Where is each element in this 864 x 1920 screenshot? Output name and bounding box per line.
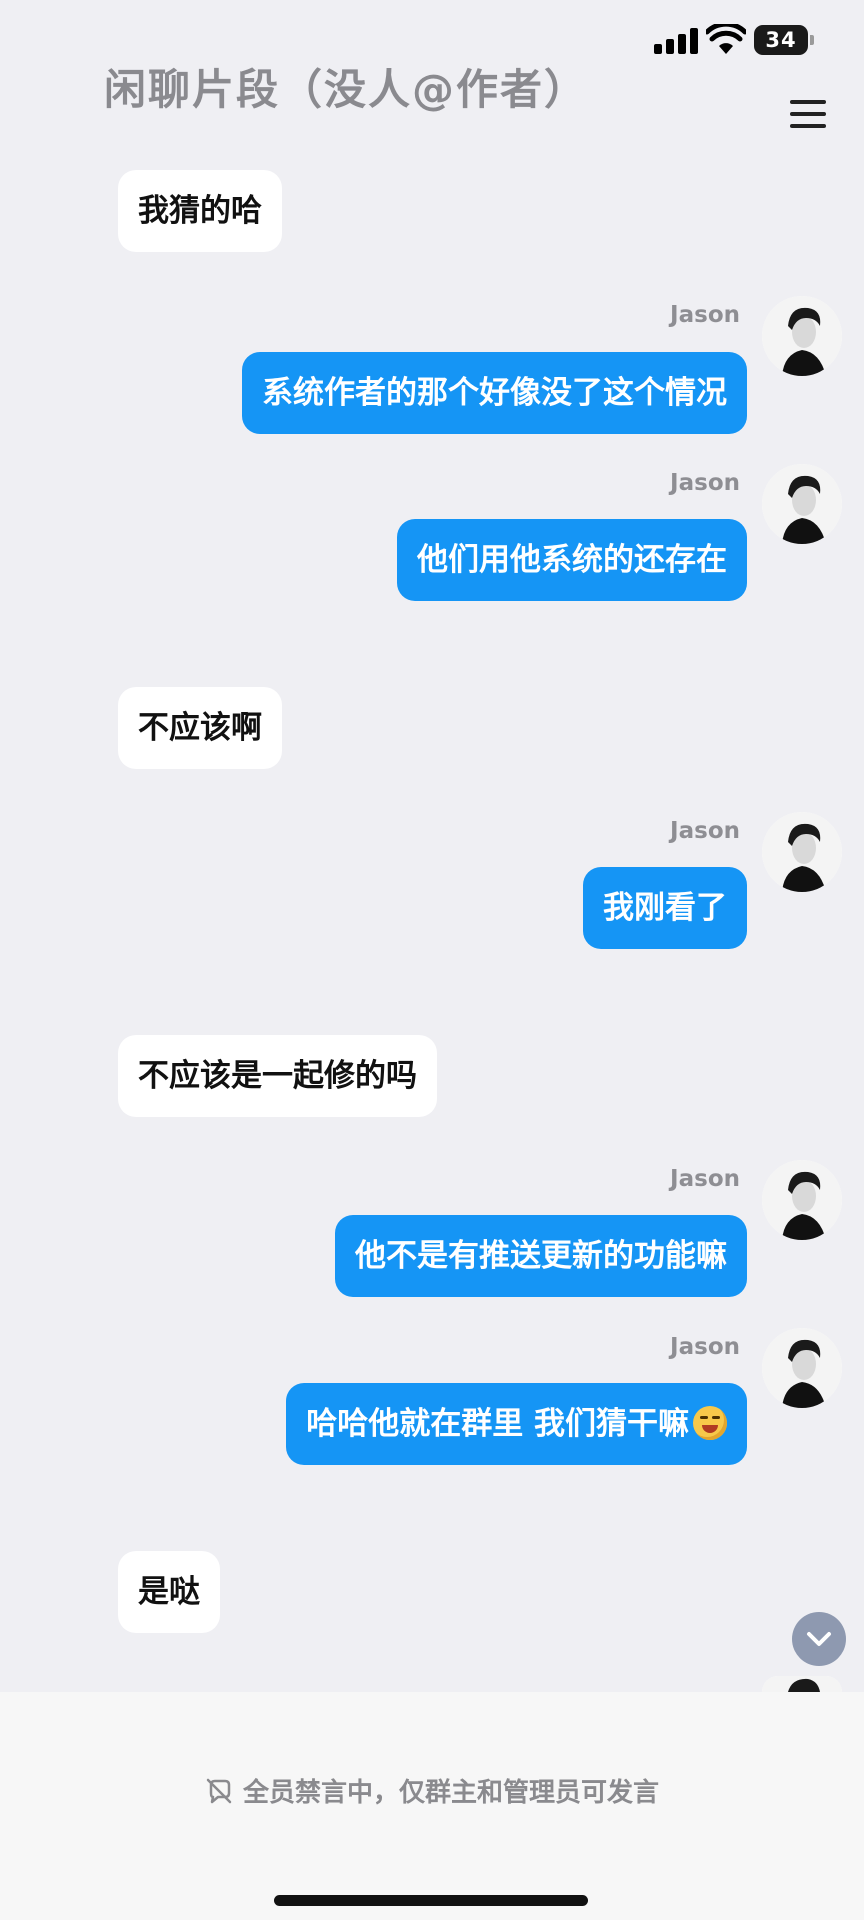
incoming-message[interactable]: 是哒 [118, 1551, 220, 1633]
avatar-portrait-icon [762, 812, 842, 892]
mute-notice-text: 全员禁言中，仅群主和管理员可发言 [242, 1778, 659, 1808]
avatar[interactable] [762, 812, 842, 892]
outgoing-message[interactable]: 他不是有推送更新的功能嘛 [335, 1215, 747, 1297]
avatar-portrait-icon [762, 1160, 842, 1240]
avatar-portrait-icon [762, 464, 842, 544]
sender-name: Jason [670, 1334, 740, 1360]
mute-icon [206, 1778, 232, 1803]
battery-indicator: 34 [754, 25, 814, 55]
avatar-portrait-icon [762, 1328, 842, 1408]
avatar[interactable] [762, 1328, 842, 1408]
sender-name: Jason [670, 302, 740, 328]
outgoing-message[interactable]: 我刚看了 [583, 867, 747, 949]
laughing-emoji-icon [693, 1405, 727, 1440]
hamburger-menu-icon[interactable] [788, 98, 828, 130]
chevron-down-icon [807, 1632, 831, 1646]
mute-notice: 全员禁言中，仅群主和管理员可发言 [0, 1772, 864, 1809]
input-area: 全员禁言中，仅群主和管理员可发言 [0, 1692, 864, 1920]
incoming-message[interactable]: 我猜的哈 [118, 170, 282, 252]
avatar [762, 1676, 842, 1692]
outgoing-message[interactable]: 系统作者的那个好像没了这个情况 [242, 352, 747, 434]
sender-name: Jason [670, 818, 740, 844]
sender-name: Jason [670, 470, 740, 496]
avatar-portrait-icon [762, 296, 842, 376]
avatar[interactable] [762, 296, 842, 376]
incoming-message[interactable]: 不应该啊 [118, 687, 282, 769]
outgoing-message[interactable]: 他们用他系统的还存在 [397, 519, 747, 601]
avatar-portrait-icon [762, 1676, 842, 1692]
chat-title: 闲聊片段（没人@作者） [104, 65, 589, 114]
incoming-message[interactable]: 不应该是一起修的吗 [118, 1035, 437, 1117]
scroll-to-bottom-button[interactable] [792, 1612, 846, 1666]
avatar[interactable] [762, 464, 842, 544]
wifi-icon [706, 24, 746, 54]
home-indicator[interactable] [274, 1895, 588, 1906]
message-text: 哈哈他就在群里 我们猜干嘛 [306, 1406, 689, 1442]
avatar[interactable] [762, 1160, 842, 1240]
signal-icon [654, 28, 698, 54]
sender-name: Jason [670, 1166, 740, 1192]
outgoing-message[interactable]: 哈哈他就在群里 我们猜干嘛 [286, 1383, 747, 1465]
